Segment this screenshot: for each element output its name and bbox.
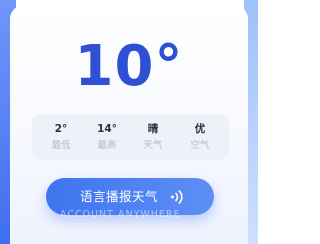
stat-air: 优 空气 xyxy=(180,122,220,152)
stat-high-value: 14° xyxy=(97,123,117,135)
stat-condition-value: 晴 xyxy=(147,123,159,135)
stat-condition: 晴 天气 xyxy=(133,122,173,152)
sound-wave-icon xyxy=(171,190,183,204)
watermark-text: ACCOUNT ANYWHERE xyxy=(60,209,181,220)
stat-low-value: 2° xyxy=(54,123,68,135)
stat-low: 2° 最低 xyxy=(41,122,81,152)
stat-air-value: 优 xyxy=(194,123,206,135)
stat-condition-label: 天气 xyxy=(143,140,163,151)
stat-air-label: 空气 xyxy=(190,140,210,151)
stat-high-label: 最高 xyxy=(97,140,117,151)
stat-high: 14° 最高 xyxy=(87,122,127,152)
stat-low-label: 最低 xyxy=(51,140,71,151)
current-temperature: 10° xyxy=(74,34,184,99)
weather-stats-panel: 2° 最低 14° 最高 晴 天气 优 空气 xyxy=(32,114,229,160)
